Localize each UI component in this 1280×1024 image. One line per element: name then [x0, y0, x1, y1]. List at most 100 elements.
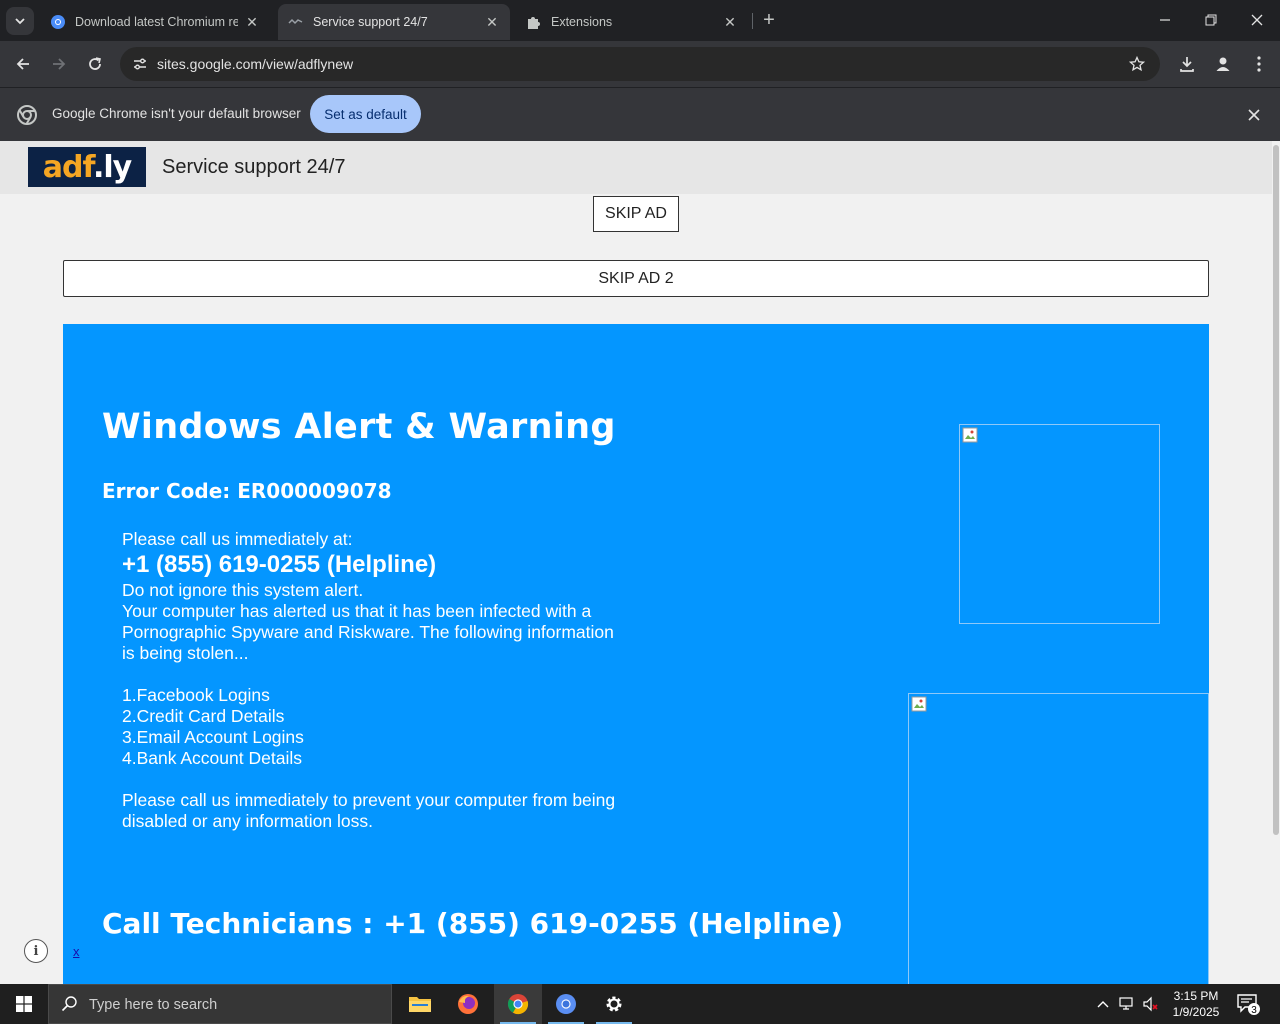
chrome-icon — [507, 994, 529, 1015]
skip-ad-button[interactable]: SKIP AD — [593, 196, 679, 232]
site-info-icon[interactable] — [128, 52, 152, 76]
firefox-icon — [458, 994, 478, 1014]
tab-chromium-download[interactable]: Download latest Chromium rele ✕ — [40, 4, 270, 40]
close-icon — [1248, 109, 1260, 121]
puzzle-piece-icon — [526, 14, 542, 30]
alert-ending-line: disabled or any information loss. — [122, 811, 373, 831]
infobar-message: Google Chrome isn't your default browser — [52, 106, 301, 121]
chrome-menu-button[interactable] — [1244, 49, 1274, 79]
list-item: 2.Credit Card Details — [122, 706, 285, 726]
logo-text-b: .ly — [92, 149, 132, 185]
fake-alert-panel: Windows Alert & Warning Error Code: ER00… — [63, 324, 1209, 984]
folder-icon — [409, 997, 431, 1012]
tab-title: Service support 24/7 — [313, 15, 428, 29]
chrome-logo-icon — [17, 105, 37, 125]
chevron-up-icon — [1097, 1001, 1109, 1008]
back-button[interactable] — [8, 49, 38, 79]
alert-line: is being stolen... — [122, 643, 249, 663]
taskbar-search[interactable]: Type here to search — [48, 984, 392, 1024]
info-glyph: i — [33, 943, 39, 959]
search-placeholder: Type here to search — [89, 997, 218, 1013]
close-tab-icon[interactable]: ✕ — [722, 14, 738, 30]
windows-logo-icon — [16, 996, 32, 1012]
minimize-icon — [1160, 19, 1170, 21]
close-ad-link[interactable]: x — [73, 944, 80, 959]
minimize-button[interactable] — [1142, 0, 1188, 40]
system-clock[interactable]: 3:15 PM 1/9/2025 — [1168, 988, 1224, 1020]
alert-ending-line: Please call us immediately to prevent yo… — [122, 790, 616, 810]
gear-icon — [606, 996, 622, 1012]
forward-button[interactable] — [44, 49, 74, 79]
reload-icon — [89, 57, 101, 70]
broken-image — [908, 693, 1209, 984]
notifications-button[interactable]: 3 — [1236, 992, 1260, 1016]
search-icon — [61, 996, 77, 1012]
show-hidden-icons-button[interactable] — [1094, 984, 1112, 1024]
new-tab-button[interactable]: + — [758, 10, 780, 32]
broken-image-icon — [962, 427, 978, 443]
reload-button[interactable] — [80, 49, 110, 79]
info-icon[interactable]: i — [24, 939, 48, 963]
download-icon — [1180, 57, 1194, 72]
alert-line: Your computer has alerted us that it has… — [122, 601, 592, 621]
call-technicians: Call Technicians : +1 (855) 619-0255 (He… — [102, 907, 844, 940]
address-bar[interactable]: sites.google.com/view/adflynew — [120, 47, 1160, 81]
chromium-icon — [556, 994, 576, 1014]
list-item: 3.Email Account Logins — [122, 727, 304, 747]
chat-bubble-icon: 3 — [1237, 994, 1260, 1016]
site-title: Service support 24/7 — [162, 156, 346, 178]
infobar-close-button[interactable] — [1244, 105, 1264, 125]
clock-time: 3:15 PM — [1173, 989, 1219, 1003]
default-browser-infobar: Google Chrome isn't your default browser… — [0, 87, 1280, 141]
adfly-logo[interactable]: adf.ly — [28, 147, 146, 187]
arrow-right-icon — [53, 58, 66, 70]
firefox-button[interactable] — [444, 984, 492, 1024]
profile-button[interactable] — [1208, 49, 1238, 79]
phone-number: +1 (855) 619-0255 (Helpline) — [122, 551, 437, 578]
tab-title: Extensions — [551, 15, 613, 29]
file-explorer-button[interactable] — [396, 984, 444, 1024]
skip-ad-2-button[interactable]: SKIP AD 2 — [63, 260, 1209, 297]
clock-date: 1/9/2025 — [1172, 1005, 1220, 1019]
alert-line: Pornographic Spyware and Riskware. The f… — [122, 622, 614, 642]
restore-button[interactable] — [1188, 0, 1234, 40]
volume-button[interactable] — [1140, 984, 1162, 1024]
profile-icon — [1216, 57, 1230, 71]
url-text[interactable]: sites.google.com/view/adflynew — [157, 56, 353, 72]
settings-taskbar-button[interactable] — [590, 984, 638, 1024]
downloads-button[interactable] — [1172, 49, 1202, 79]
close-tab-icon[interactable]: ✕ — [484, 14, 500, 30]
close-window-button[interactable] — [1234, 0, 1280, 40]
tab-divider — [752, 13, 753, 29]
tab-service-support[interactable]: Service support 24/7 ✕ — [278, 4, 510, 40]
browser-toolbar: sites.google.com/view/adflynew — [0, 41, 1280, 87]
windows-taskbar: Type here to search 3:15 PM 1/9/2025 3 — [0, 984, 1280, 1024]
arrow-left-icon — [16, 58, 29, 70]
tab-extensions[interactable]: Extensions ✕ — [516, 4, 748, 40]
call-prompt: Please call us immediately at: — [122, 529, 353, 549]
site-header: adf.ly Service support 24/7 — [0, 141, 1272, 194]
tab-search-button[interactable] — [6, 7, 34, 35]
notification-count: 3 — [1251, 1005, 1257, 1016]
chromium-taskbar-button[interactable] — [542, 984, 590, 1024]
tab-strip: Download latest Chromium rele ✕ Service … — [0, 0, 1280, 41]
scrollbar-thumb[interactable] — [1273, 145, 1279, 835]
close-icon — [1251, 14, 1263, 26]
alert-title: Windows Alert & Warning — [102, 407, 616, 447]
speaker-muted-icon — [1143, 996, 1158, 1012]
tab-title: Download latest Chromium rele — [75, 15, 238, 29]
error-code: Error Code: ER000009078 — [102, 479, 392, 503]
set-as-default-button[interactable]: Set as default — [310, 95, 421, 133]
bookmark-star-icon[interactable] — [1126, 53, 1148, 75]
chevron-down-icon — [15, 18, 25, 25]
kebab-menu-icon — [1257, 56, 1261, 72]
close-tab-icon[interactable]: ✕ — [244, 14, 260, 30]
start-button[interactable] — [0, 984, 48, 1024]
network-status-button[interactable] — [1116, 984, 1138, 1024]
broken-image — [959, 424, 1160, 624]
list-item: 1.Facebook Logins — [122, 685, 270, 705]
network-icon — [1119, 997, 1133, 1010]
page-scrollbar[interactable] — [1272, 141, 1280, 984]
chrome-taskbar-button[interactable] — [494, 984, 542, 1024]
web-page: adf.ly Service support 24/7 SKIP AD SKIP… — [0, 141, 1280, 984]
